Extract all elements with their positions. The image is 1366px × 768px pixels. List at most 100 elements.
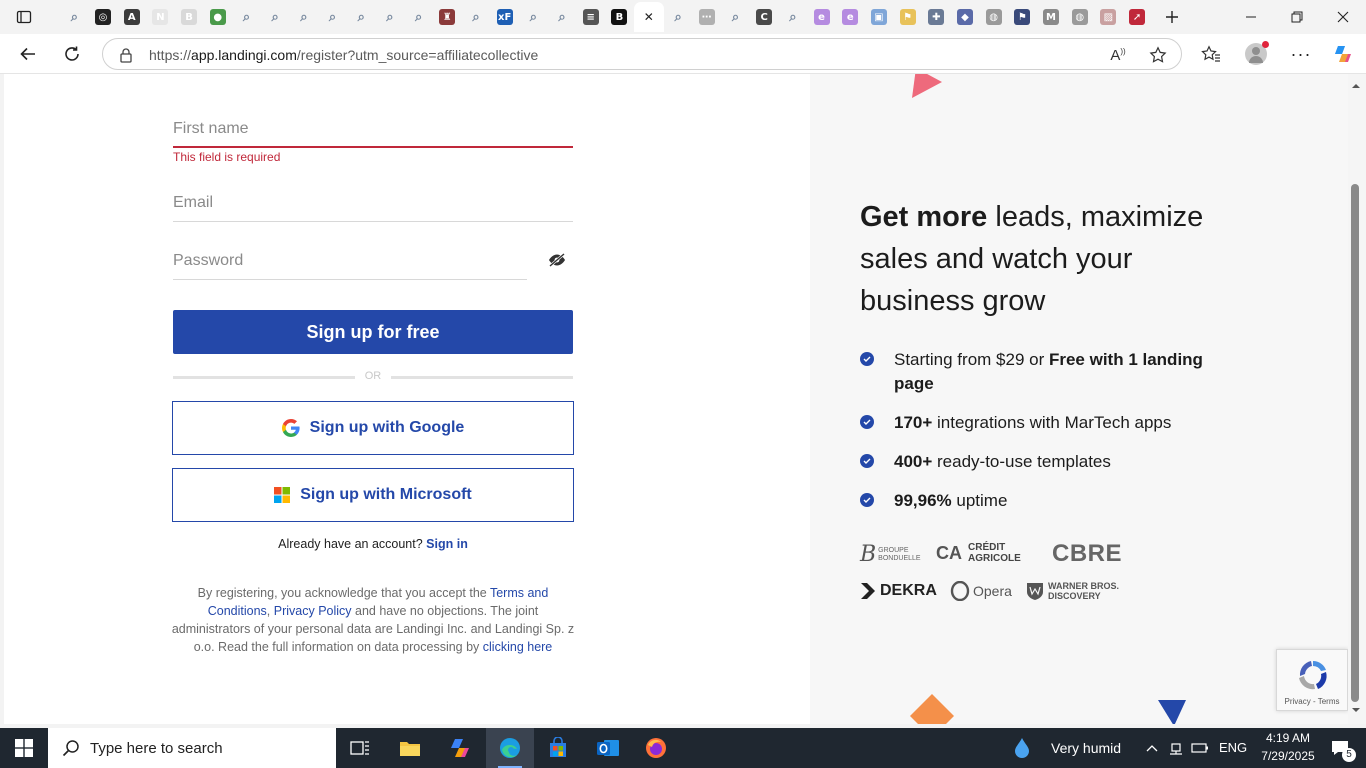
read-aloud-icon[interactable]: A)): [1107, 44, 1129, 66]
browser-tab[interactable]: ⌕: [664, 4, 693, 30]
clock-time[interactable]: 4:19 AM: [1258, 731, 1318, 745]
browser-tab[interactable]: ◍: [1065, 4, 1094, 30]
browser-tab[interactable]: ⌕: [60, 4, 89, 30]
search-tab-icon: ⌕: [386, 9, 394, 25]
scrollbar-thumb[interactable]: [1351, 184, 1359, 702]
search-tab-icon: ⌕: [70, 9, 78, 25]
browser-tab[interactable]: ⌕: [721, 4, 750, 30]
browser-tab[interactable]: ●: [203, 4, 232, 30]
browser-tab[interactable]: ♜: [433, 4, 462, 30]
sign-up-google-button[interactable]: Sign up with Google: [172, 401, 574, 455]
browser-tab[interactable]: ⌕: [462, 4, 491, 30]
active-tab-close-icon[interactable]: ✕: [641, 9, 657, 25]
back-icon[interactable]: [13, 40, 43, 68]
browser-tab[interactable]: ▣: [865, 4, 894, 30]
outlook-icon[interactable]: [584, 728, 632, 768]
taskbar-search-box[interactable]: Type here to search: [48, 728, 336, 768]
browser-tab[interactable]: ▨: [1094, 4, 1123, 30]
favorite-star-icon[interactable]: [1147, 44, 1169, 66]
b-tab-icon: B: [181, 9, 198, 25]
microsoft-store-icon[interactable]: [534, 728, 582, 768]
recaptcha-badge[interactable]: Privacy - Terms: [1276, 649, 1348, 711]
browser-tab[interactable]: C: [750, 4, 779, 30]
network-icon[interactable]: [1164, 728, 1188, 768]
navigation-bar: https://app.landingi.com/register?utm_so…: [0, 34, 1366, 74]
check-circle-icon: [860, 493, 874, 507]
search-tab-icon: ⌕: [558, 9, 566, 25]
browser-tab[interactable]: ◆: [951, 4, 980, 30]
clicking-here-link[interactable]: clicking here: [483, 640, 552, 654]
recaptcha-links[interactable]: Privacy - Terms: [1277, 697, 1347, 706]
sign-in-link[interactable]: Sign in: [426, 537, 468, 551]
browser-tab[interactable]: ⌕: [376, 4, 405, 30]
browser-tab[interactable]: B: [175, 4, 204, 30]
browser-tab[interactable]: ⌕: [318, 4, 347, 30]
favorites-icon[interactable]: [1196, 40, 1226, 68]
more-menu-icon[interactable]: ···: [1286, 40, 1316, 68]
browser-tab[interactable]: e: [807, 4, 836, 30]
browser-tab[interactable]: ⌕: [347, 4, 376, 30]
browser-tab[interactable]: ⋯: [692, 4, 721, 30]
site-info-lock-icon[interactable]: [115, 44, 137, 66]
password-field[interactable]: Password: [173, 252, 573, 282]
browser-tab[interactable]: A: [117, 4, 146, 30]
battery-icon[interactable]: [1188, 728, 1212, 768]
browser-tab[interactable]: e: [836, 4, 865, 30]
search-tab-icon: ⌕: [357, 9, 365, 25]
file-explorer-icon[interactable]: [386, 728, 434, 768]
browser-tab[interactable]: ⌕: [261, 4, 290, 30]
search-tab-icon: ⌕: [414, 9, 423, 25]
browser-tab[interactable]: ⌕: [519, 4, 548, 30]
windows-start-icon[interactable]: [0, 728, 48, 768]
browser-tab[interactable]: ⚑: [1008, 4, 1037, 30]
toggle-password-visibility-icon[interactable]: [546, 250, 568, 270]
edge-browser-icon[interactable]: [486, 728, 534, 768]
browser-tab[interactable]: xF: [490, 4, 519, 30]
page-scrollbar[interactable]: [1348, 74, 1366, 724]
sign-up-microsoft-button[interactable]: Sign up with Microsoft: [172, 468, 574, 522]
new-tab-icon[interactable]: [1160, 6, 1184, 28]
browser-tab[interactable]: ◎: [89, 4, 118, 30]
browser-tab[interactable]: N: [146, 4, 175, 30]
address-bar[interactable]: https://app.landingi.com/register?utm_so…: [102, 38, 1182, 70]
show-hidden-icons-chevron-icon[interactable]: [1140, 728, 1164, 768]
privacy-policy-link[interactable]: Privacy Policy: [274, 604, 352, 618]
first-name-field[interactable]: First name: [173, 120, 573, 150]
tab-active[interactable]: ✕: [633, 2, 664, 32]
browser-tab[interactable]: M: [1037, 4, 1066, 30]
browser-tab[interactable]: ⌕: [404, 4, 433, 30]
scroll-down-icon[interactable]: [1350, 704, 1362, 716]
input-language[interactable]: ENG: [1219, 740, 1247, 755]
browser-tab[interactable]: ✚: [922, 4, 951, 30]
copilot-app-icon[interactable]: [436, 728, 484, 768]
browser-tab[interactable]: ⚑: [893, 4, 922, 30]
tab-actions-icon[interactable]: [12, 6, 36, 28]
firefox-icon[interactable]: [632, 728, 680, 768]
browser-tab[interactable]: ➚: [1123, 4, 1152, 30]
browser-tab[interactable]: ⌕: [290, 4, 319, 30]
notifications-icon[interactable]: 5: [1318, 728, 1362, 768]
browser-tab[interactable]: ◍: [979, 4, 1008, 30]
close-window-icon[interactable]: [1320, 0, 1366, 34]
browser-tab[interactable]: ⌕: [548, 4, 577, 30]
copilot-icon[interactable]: [1328, 40, 1358, 68]
sign-up-free-button[interactable]: Sign up for free: [173, 310, 573, 354]
scroll-up-icon[interactable]: [1350, 80, 1362, 92]
weather-text[interactable]: Very humid: [1051, 740, 1121, 756]
url-text[interactable]: https://app.landingi.com/register?utm_so…: [149, 47, 538, 63]
browser-tab[interactable]: ⌕: [779, 4, 808, 30]
email-field[interactable]: Email: [173, 194, 573, 224]
task-view-icon[interactable]: [336, 728, 384, 768]
browser-tab[interactable]: ≡: [576, 4, 605, 30]
clock-date[interactable]: 7/29/2025: [1252, 749, 1324, 763]
signup-form-pane: First name This field is required Email …: [4, 74, 810, 724]
dots-tab-icon: ⋯: [698, 9, 715, 25]
browser-tab[interactable]: B: [605, 4, 634, 30]
restore-icon[interactable]: [1274, 0, 1320, 34]
refresh-icon[interactable]: [57, 40, 87, 68]
browser-tab[interactable]: ⌕: [232, 4, 261, 30]
minimize-icon[interactable]: [1228, 0, 1274, 34]
weather-droplet-icon[interactable]: [1010, 728, 1034, 768]
feature-text: Starting from $29 or: [894, 350, 1049, 369]
profile-avatar[interactable]: [1241, 40, 1271, 68]
